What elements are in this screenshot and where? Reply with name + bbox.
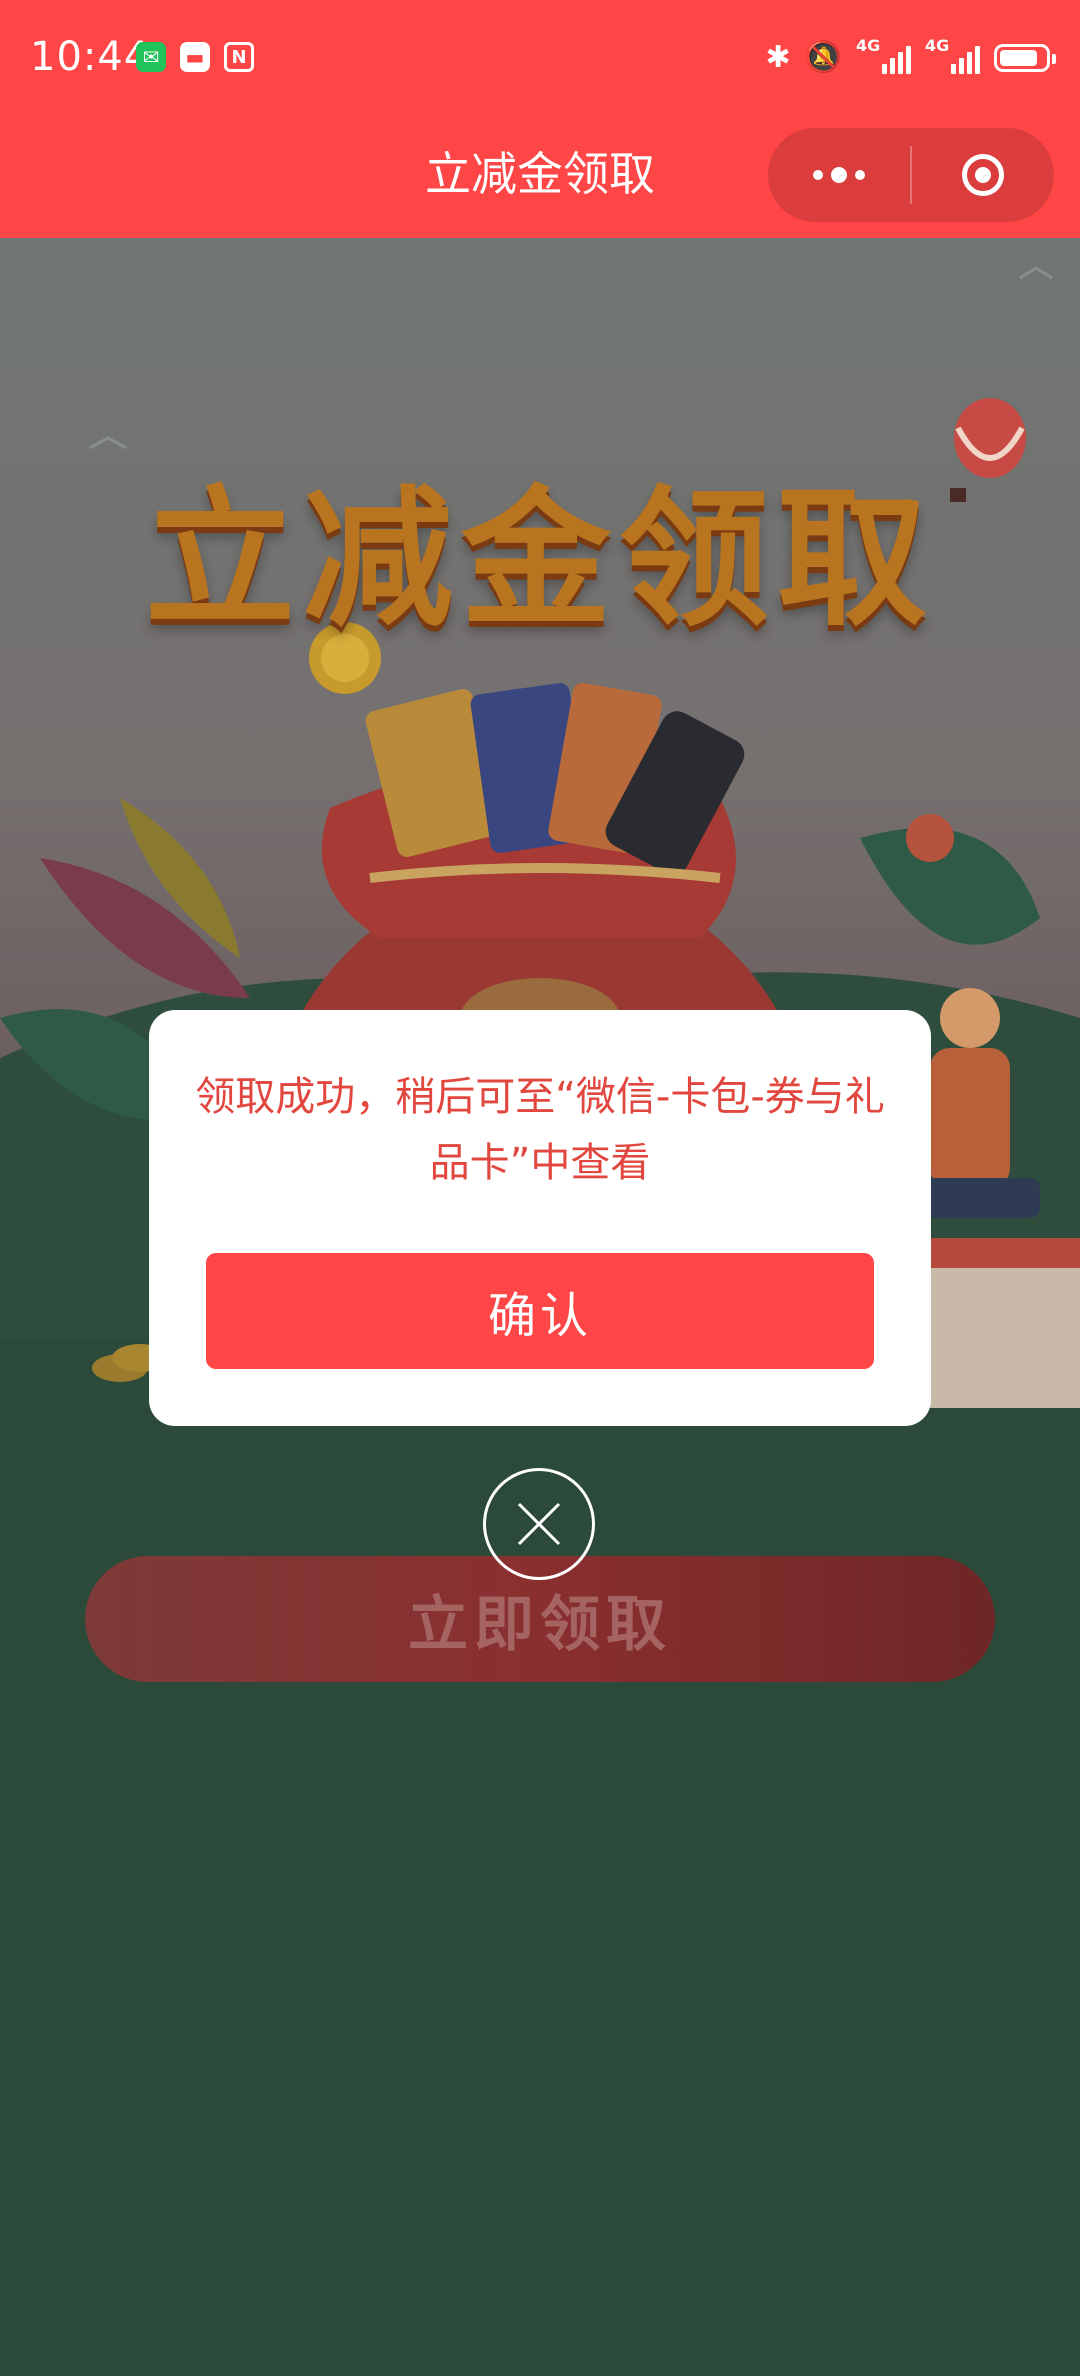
confirm-label: 确认 [487,1288,592,1344]
battery-icon [994,44,1056,72]
wechat-notification-icon: ✉ [136,42,166,72]
success-message: 领取成功，稍后可至“微信-卡包-券与礼品卡”中查看 [195,1074,885,1186]
app-notification-icon: ▬ [180,42,210,72]
top-bar: 10:44 ✉ ▬ N ✱ 🔕 4G 4G 立减金领取 [0,0,1080,238]
notification-icons: ✉ ▬ N [136,42,254,72]
exit-miniprogram-button[interactable] [912,128,1054,222]
nfc-icon: N [224,42,254,72]
status-bar: 10:44 ✉ ▬ N ✱ 🔕 4G 4G [0,0,1080,118]
mute-bell-icon: 🔕 [804,40,842,75]
bluetooth-icon: ✱ [765,40,791,75]
confirm-button[interactable]: 确认 [206,1253,874,1369]
status-right-icons: ✱ 🔕 4G 4G [765,36,1056,78]
dialog-close-button[interactable] [483,1468,595,1580]
target-icon [961,154,1004,196]
close-icon [517,1502,561,1546]
more-dots-icon [813,167,865,183]
signal-1-icon: 4G [856,36,911,74]
signal-2-icon: 4G [925,36,980,74]
miniprogram-capsule [768,128,1054,222]
more-button[interactable] [768,128,910,222]
status-time: 10:44 [30,34,151,80]
success-dialog: 领取成功，稍后可至“微信-卡包-券与礼品卡”中查看 确认 [149,1010,931,1426]
battery-level [1000,50,1038,66]
